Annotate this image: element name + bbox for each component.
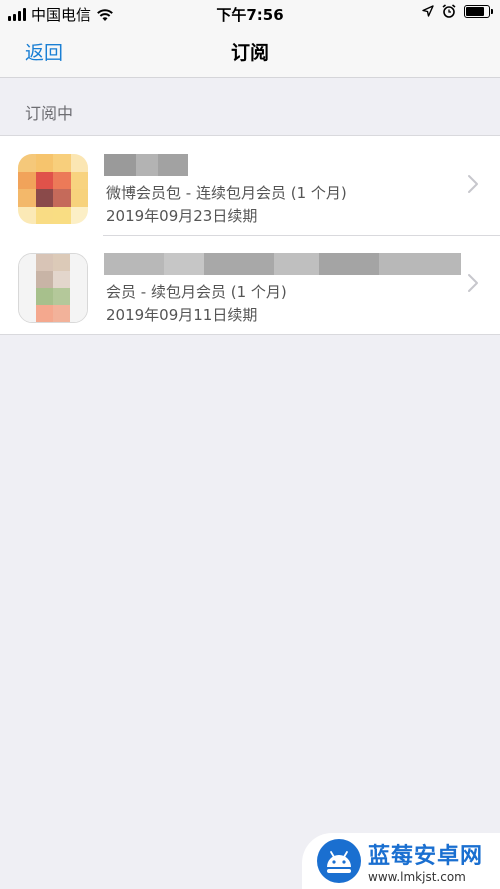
page-title: 订阅 xyxy=(230,42,269,64)
alarm-clock-icon xyxy=(442,4,456,18)
location-arrow-icon xyxy=(422,5,434,17)
watermark-name: 蓝莓安卓网 xyxy=(368,844,484,869)
battery-level-fill xyxy=(466,6,484,16)
site-watermark: 蓝莓安卓网 www.lmkjst.com xyxy=(302,833,500,889)
status-bar: 中国电信 下午7:56 xyxy=(0,0,500,26)
watermark-url: www.lmkjst.com xyxy=(368,870,466,884)
chevron-right-icon xyxy=(468,175,478,193)
app-icon-blurred xyxy=(18,253,88,323)
renewal-date: 2019年09月11日续期 xyxy=(106,306,258,324)
section-header-active: 订阅中 xyxy=(25,104,74,123)
subscription-row[interactable]: 会员 - 续包月会员 (1 个月) 2019年09月11日续期 xyxy=(0,235,500,334)
navigation-bar: 返回 订阅 xyxy=(0,26,500,78)
renewal-date: 2019年09月23日续期 xyxy=(106,207,258,225)
subscription-row[interactable]: 微博会员包 - 连续包月会员 (1 个月) 2019年09月23日续期 xyxy=(0,136,500,235)
watermark-text: 蓝莓安卓网 www.lmkjst.com xyxy=(368,838,483,884)
app-icon-blurred xyxy=(18,154,88,224)
status-right xyxy=(422,4,493,18)
battery-icon xyxy=(464,4,493,18)
subscription-plan: 微博会员包 - 连续包月会员 (1 个月) xyxy=(106,184,347,202)
subscription-list: 微博会员包 - 连续包月会员 (1 个月) 2019年09月23日续期 会员 -… xyxy=(0,135,500,335)
app-name-redacted xyxy=(104,253,461,275)
subscriptions-screen: 中国电信 下午7:56 返回 订阅 订阅中 微博会员包 - 连续包月会员 (1 … xyxy=(0,0,500,889)
subscription-plan: 会员 - 续包月会员 (1 个月) xyxy=(106,283,287,301)
chevron-right-icon xyxy=(468,274,478,292)
android-robot-icon xyxy=(317,839,361,883)
app-name-redacted xyxy=(104,154,188,176)
